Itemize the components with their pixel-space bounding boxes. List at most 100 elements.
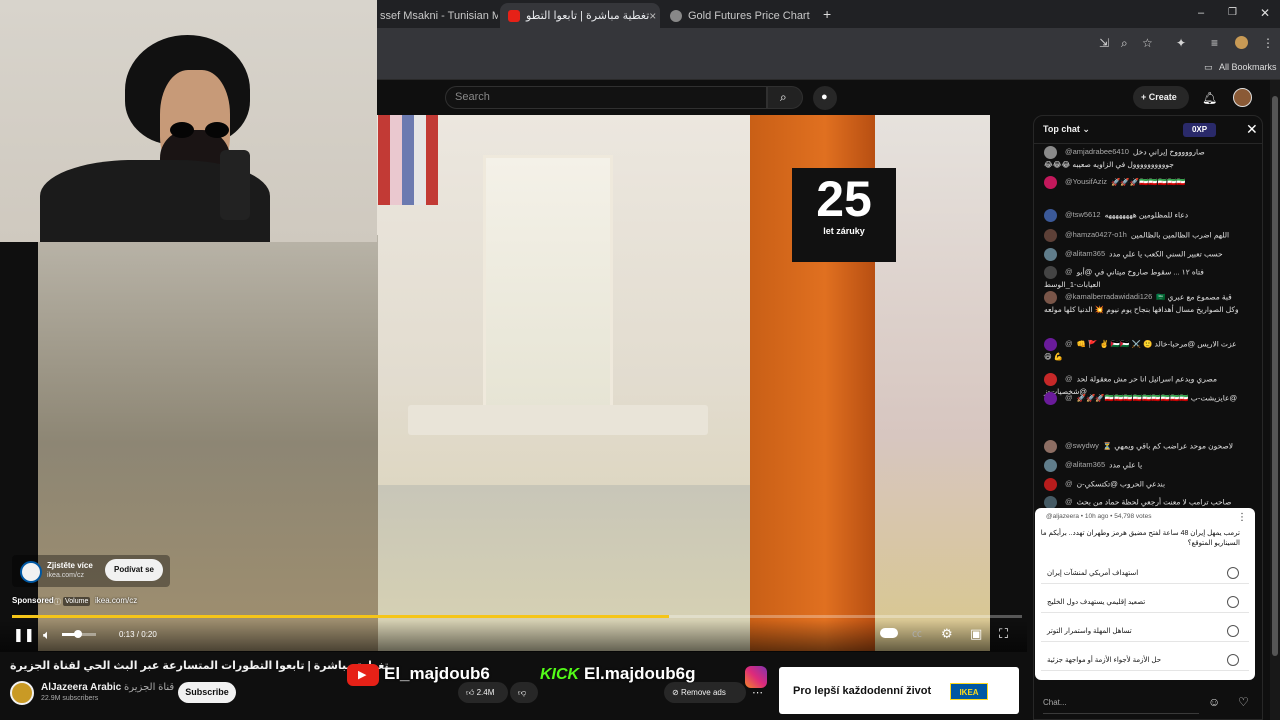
- settings-gear-icon[interactable]: ⚙: [941, 627, 953, 641]
- chat-avatar[interactable]: [1044, 266, 1057, 279]
- pause-icon[interactable]: ❚❚: [13, 628, 35, 642]
- chat-author[interactable]: @: [1065, 479, 1073, 488]
- visit-ad-button[interactable]: Podívat se: [105, 559, 163, 581]
- chat-author[interactable]: @kamalberradawidadi126: [1065, 292, 1152, 301]
- poll-option[interactable]: تصعيد إقليمي يستهدف دول الخليج: [1041, 591, 1249, 613]
- dislike-button[interactable]: 👎︎: [510, 682, 538, 703]
- chat-avatar[interactable]: [1044, 440, 1057, 453]
- extensions-icon[interactable]: ✦: [1176, 36, 1186, 50]
- video-frame-kitchen: [38, 235, 378, 651]
- volume-slider-handle[interactable]: [74, 630, 82, 638]
- folder-icon: ▭: [1204, 62, 1213, 72]
- chat-author[interactable]: @hamza0427-o1h: [1065, 230, 1127, 239]
- media-icon[interactable]: ≡: [1211, 36, 1218, 50]
- chat-message: @ فتاه ١٢ ... سقوط صاروخ ميتاني في @أبو ا…: [1044, 266, 1244, 290]
- account-avatar[interactable]: [1233, 88, 1252, 107]
- chat-author[interactable]: @: [1065, 374, 1073, 383]
- radio-icon[interactable]: [1227, 654, 1239, 666]
- window-close-icon[interactable]: ✕: [1260, 6, 1270, 20]
- page-scrollbar-thumb[interactable]: [1272, 96, 1278, 656]
- chat-author[interactable]: @alitam365: [1065, 249, 1105, 258]
- profile-avatar[interactable]: [1235, 36, 1248, 49]
- chat-author[interactable]: @: [1065, 267, 1073, 276]
- channel-name[interactable]: AlJazeera Arabic قناة الجزيرة: [41, 682, 174, 693]
- poll-option[interactable]: حل الأزمة لأجواء الأزمة أو مواجهة جزئية: [1041, 649, 1249, 671]
- tab-label: ssef Msakni - Tunisian Me: [380, 9, 498, 22]
- channel-avatar[interactable]: [10, 681, 34, 705]
- search-button[interactable]: ⌕: [767, 86, 803, 109]
- autoplay-toggle[interactable]: [880, 628, 898, 638]
- chat-avatar[interactable]: [1044, 478, 1057, 491]
- chat-author[interactable]: @: [1065, 339, 1073, 348]
- radio-icon[interactable]: [1227, 596, 1239, 608]
- warranty-badge: 25 let záruky: [792, 168, 896, 262]
- new-tab-icon[interactable]: +: [823, 6, 831, 22]
- chat-author[interactable]: @alitam365: [1065, 460, 1105, 469]
- minimize-icon[interactable]: –: [1198, 7, 1204, 19]
- notifications-bell-icon[interactable]: 🔔︎: [1202, 91, 1217, 105]
- ad-title[interactable]: Zjistěte více: [47, 561, 93, 570]
- sponsored-url[interactable]: ikea.com/cz: [95, 596, 137, 605]
- kick-handle-overlay: El.majdoub6g: [584, 664, 696, 683]
- chat-close-icon[interactable]: ✕: [1246, 121, 1258, 138]
- chat-mode-dropdown[interactable]: Top chat ⌄: [1043, 124, 1090, 135]
- chat-text: بندعي الحروب @تكتسكي-ن: [1076, 479, 1166, 489]
- chat-avatar[interactable]: [1044, 373, 1057, 386]
- ikea-ad-logo: [20, 561, 42, 583]
- chat-avatar[interactable]: [1044, 392, 1057, 405]
- remove-ads-button[interactable]: ⊘ Remove ads: [664, 682, 746, 703]
- emoji-icon[interactable]: ☺: [1208, 695, 1220, 709]
- miniplayer-icon[interactable]: ▣: [970, 627, 982, 641]
- chat-message: @hamza0427-o1h اللهم اضرب الظالمين بالظال…: [1044, 229, 1244, 242]
- radio-icon[interactable]: [1227, 567, 1239, 579]
- chat-avatar[interactable]: [1044, 248, 1057, 261]
- chat-avatar[interactable]: [1044, 338, 1057, 351]
- zoom-icon[interactable]: ⌕: [1121, 36, 1128, 50]
- heart-icon[interactable]: ♡: [1238, 695, 1249, 709]
- xp-badge[interactable]: 0XP: [1183, 123, 1216, 137]
- captions-icon[interactable]: ㏄: [912, 628, 922, 642]
- maximize-icon[interactable]: ❐: [1228, 7, 1237, 18]
- chat-message: @amjadrabee6410 صاروووووخ إيراني دخل جووو…: [1044, 146, 1244, 170]
- chat-avatar[interactable]: [1044, 291, 1057, 304]
- poll-menu-icon[interactable]: ⋮: [1237, 512, 1247, 523]
- bookmark-star-icon[interactable]: ☆: [1142, 36, 1153, 50]
- chat-input[interactable]: Chat...: [1043, 692, 1199, 714]
- video-frame-tile-art: [378, 115, 438, 205]
- browser-tab-2[interactable]: تغطية مباشرة | تابعوا التطو ×: [500, 3, 660, 28]
- info-icon[interactable]: ⓘ: [54, 597, 61, 607]
- radio-icon[interactable]: [1227, 625, 1239, 637]
- chat-message: @ بندعي الحروب @تكتسكي-ن: [1044, 478, 1244, 491]
- create-button[interactable]: + Create: [1133, 86, 1189, 109]
- chat-author[interactable]: @amjadrabee6410: [1065, 147, 1129, 156]
- volume-icon[interactable]: 🔈︎: [43, 628, 51, 642]
- chat-message: @tsw5612 دعاء للمظلومين ههههههههه: [1044, 209, 1244, 222]
- chat-author[interactable]: @: [1065, 393, 1073, 402]
- close-icon[interactable]: ×: [649, 9, 656, 23]
- poll-option[interactable]: استهداف أمريكي لمنشآت إيران: [1041, 562, 1249, 584]
- chat-avatar[interactable]: [1044, 146, 1057, 159]
- chat-avatar[interactable]: [1044, 209, 1057, 222]
- chat-author[interactable]: @: [1065, 497, 1073, 506]
- chat-author[interactable]: @YousifAziz: [1065, 177, 1107, 186]
- video-frame-table: [408, 405, 708, 435]
- all-bookmarks-link[interactable]: All Bookmarks: [1219, 62, 1277, 72]
- search-input[interactable]: Search: [445, 86, 767, 109]
- chat-author[interactable]: @swydwy: [1065, 441, 1099, 450]
- install-icon[interactable]: ⇲: [1099, 36, 1109, 50]
- chat-avatar[interactable]: [1044, 229, 1057, 242]
- subscribe-button[interactable]: Subscribe: [178, 682, 236, 703]
- fullscreen-icon[interactable]: ⛶: [999, 627, 1008, 641]
- menu-dots-icon[interactable]: ⋮: [1262, 36, 1274, 50]
- chat-avatar[interactable]: [1044, 459, 1057, 472]
- poll-option[interactable]: تساهل المهلة واستمرار التوتر: [1041, 620, 1249, 642]
- browser-tab-1[interactable]: ssef Msakni - Tunisian Me ×: [372, 3, 498, 28]
- like-button[interactable]: 👍︎ 2.4M: [458, 682, 508, 703]
- poll-header: @aljazeera • 10h ago • 54,798 votes: [1046, 513, 1152, 520]
- voice-search-button[interactable]: ●: [813, 86, 837, 110]
- chat-avatar[interactable]: [1044, 176, 1057, 189]
- chat-author[interactable]: @tsw5612: [1065, 210, 1101, 219]
- volume-tooltip: Volume: [63, 597, 91, 606]
- chat-message: @swydwy لاصحون موحد عراضب كم باقي ويمهي ⏳: [1044, 440, 1244, 453]
- browser-tab-3[interactable]: Gold Futures Price Chart — Tra ×: [662, 3, 812, 28]
